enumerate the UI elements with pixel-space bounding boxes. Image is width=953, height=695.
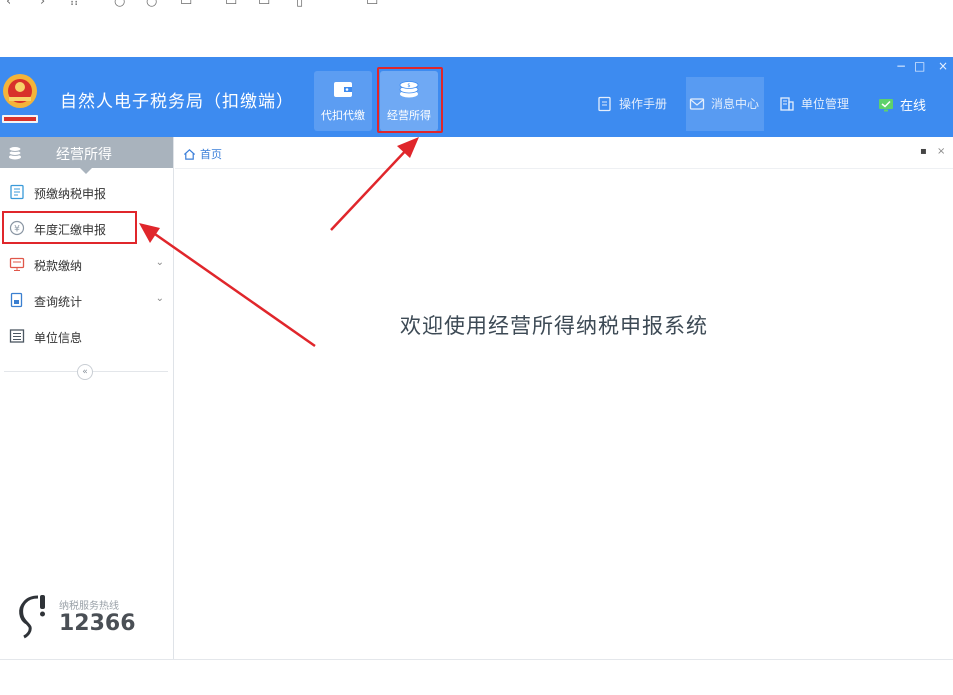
form-icon — [10, 184, 24, 200]
payment-icon — [9, 257, 25, 271]
building-icon — [780, 96, 794, 111]
close-button[interactable]: × — [938, 59, 948, 73]
grid-icon[interactable]: ⁞⁞ — [70, 0, 78, 9]
chevron-down-icon[interactable]: ⌄ — [156, 257, 164, 268]
file-icon[interactable]: ▯ — [296, 0, 303, 9]
sidebar-item-label: 预缴纳税申报 — [34, 187, 107, 201]
sidebar-item-tax-payment[interactable]: 税款缴纳 ⌄ — [0, 249, 173, 279]
coins-icon — [8, 146, 22, 160]
module-label: 代扣代缴 — [321, 109, 365, 122]
browser-toolbar: ‹ › ⁞⁞ ○ ○ ▭ ▭ ▭ ▯ ▭ — [0, 0, 953, 9]
copy-icon[interactable]: ▭ — [225, 0, 237, 9]
home-icon — [183, 148, 196, 160]
sidebar-title: 经营所得 — [56, 147, 112, 163]
messages-button[interactable]: 消息中心 — [689, 95, 759, 112]
monitor-online-icon — [879, 98, 893, 111]
messages-label: 消息中心 — [711, 97, 760, 111]
sidebar-header-notch — [80, 168, 92, 174]
bottom-divider — [0, 659, 953, 660]
back-icon[interactable]: ‹ — [6, 0, 11, 9]
zoom-in-icon[interactable]: ○ — [146, 0, 157, 9]
module-daikoudaijiao[interactable]: 代扣代缴 — [314, 71, 372, 131]
manual-button[interactable]: 操作手册 — [597, 95, 667, 112]
tab-close-button[interactable]: × — [937, 146, 945, 157]
sidebar-item-unit-info[interactable]: 单位信息 — [0, 321, 173, 351]
chevron-down-icon[interactable]: ⌄ — [156, 293, 164, 304]
wallet-icon — [334, 82, 352, 97]
sidebar-item-highlight-box — [2, 211, 137, 244]
sidebar-item-query-statistics[interactable]: 查询统计 ⌄ — [0, 285, 173, 315]
mail-icon — [689, 97, 705, 110]
zoom-out-icon[interactable]: ○ — [114, 0, 125, 9]
list-icon — [9, 329, 25, 343]
minimize-button[interactable]: − — [896, 59, 906, 73]
sidebar-item-label: 查询统计 — [34, 295, 83, 309]
manual-icon — [598, 96, 611, 111]
sidebar-header: 经营所得 — [0, 137, 173, 174]
unit-management-button[interactable]: 单位管理 — [779, 95, 849, 112]
sidebar-item-prepay-declaration[interactable]: 预缴纳税申报 — [0, 177, 173, 207]
maximize-button[interactable]: □ — [914, 59, 925, 73]
tax-emblem-logo — [2, 74, 38, 123]
paste-icon[interactable]: ▭ — [258, 0, 270, 9]
hotline-headset-icon — [19, 595, 45, 639]
app-title: 自然人电子税务局（扣缴端） — [60, 92, 294, 112]
forward-icon[interactable]: › — [40, 0, 45, 9]
unit-management-label: 单位管理 — [801, 97, 850, 111]
tab-home[interactable]: 首页 — [183, 146, 222, 162]
page-icon[interactable]: ▭ — [180, 0, 192, 9]
tab-restore-button[interactable]: ▪ — [920, 146, 927, 157]
app-window: ‹ › ⁞⁞ ○ ○ ▭ ▭ ▭ ▯ ▭ 自然人电子税务局（扣缴端） 代扣代缴 — [0, 0, 953, 695]
report-icon — [10, 292, 23, 308]
app-header: 自然人电子税务局（扣缴端） 代扣代缴 $ 经营所得 操作手册 消息中心 单位管理… — [0, 57, 953, 137]
online-status[interactable]: 在线 — [878, 95, 926, 114]
doc-icon[interactable]: ▭ — [366, 0, 378, 9]
hotline-number: 12366 — [59, 611, 136, 636]
hotline-label: 纳税服务热线 — [59, 601, 119, 612]
tax-hotline: 纳税服务热线 12366 — [14, 593, 164, 643]
tab-bar: 首页 ▪ × — [175, 137, 953, 169]
manual-label: 操作手册 — [619, 97, 668, 111]
collapse-sidebar-button[interactable]: « — [77, 364, 93, 380]
sidebar-item-label: 单位信息 — [34, 331, 83, 345]
online-label: 在线 — [900, 99, 927, 114]
module-highlight-box — [377, 67, 443, 133]
sidebar-item-label: 税款缴纳 — [34, 259, 83, 273]
tab-home-label: 首页 — [200, 148, 222, 161]
welcome-message: 欢迎使用经营所得纳税申报系统 — [400, 314, 708, 338]
